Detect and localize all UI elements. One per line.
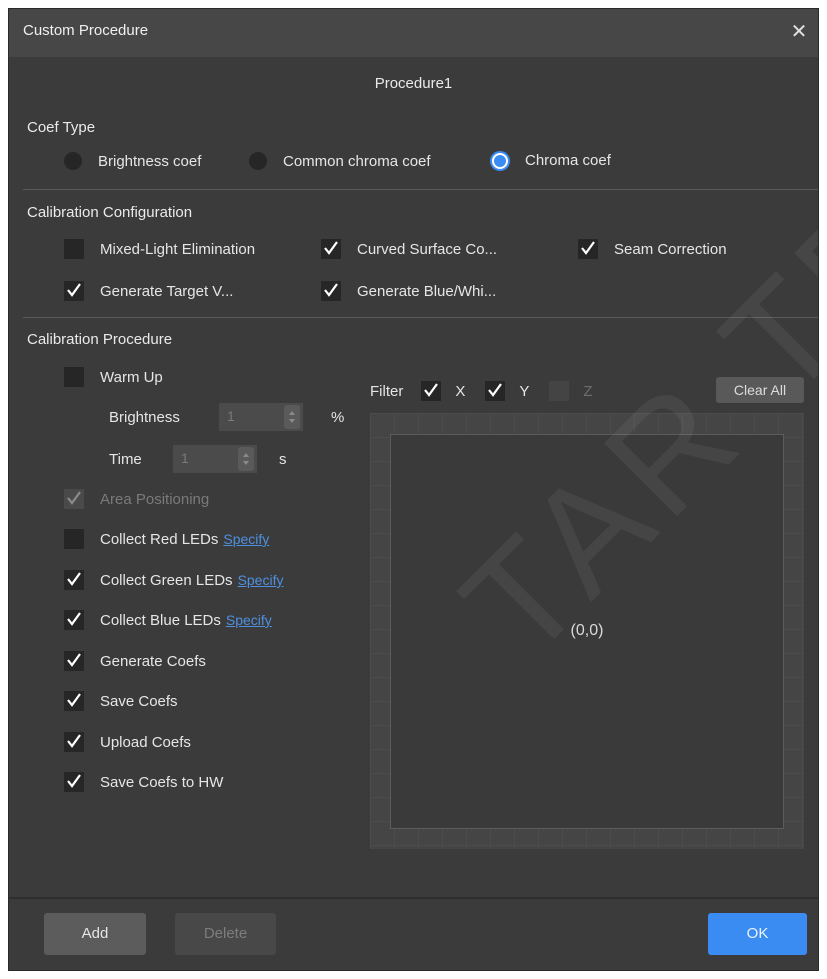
checkbox[interactable]: [64, 610, 84, 630]
arrow-down-icon[interactable]: [243, 461, 249, 465]
checkbox[interactable]: [64, 691, 84, 711]
option-generate-target-value[interactable]: Generate Target V...: [64, 281, 233, 301]
time-row: Time 1 s: [109, 445, 287, 473]
filter-z-label: Z: [583, 382, 593, 400]
time-unit: s: [279, 450, 287, 468]
origin-label: (0,0): [570, 622, 604, 639]
specify-link-green[interactable]: Specify: [238, 572, 284, 588]
filter-row: Filter X Y Z: [370, 381, 593, 401]
radio-label: Brightness coef: [98, 152, 202, 170]
brightness-row: Brightness 1 %: [109, 403, 344, 431]
option-label: Collect Green LEDs: [100, 571, 233, 589]
spin-arrows[interactable]: [284, 405, 300, 429]
checkbox[interactable]: [64, 239, 84, 259]
time-value: 1: [181, 450, 189, 466]
arrow-down-icon[interactable]: [289, 419, 295, 423]
time-label: Time: [109, 450, 142, 468]
brightness-spinbox[interactable]: 1: [219, 403, 303, 431]
brightness-value: 1: [227, 408, 235, 424]
checkbox[interactable]: [321, 281, 341, 301]
divider: [23, 317, 818, 318]
option-label: Curved Surface Co...: [357, 240, 498, 258]
radio-chroma-coef[interactable]: Chroma coef: [491, 152, 611, 169]
checkbox[interactable]: [64, 529, 84, 549]
time-spinbox[interactable]: 1: [173, 445, 257, 473]
radio-label: Common chroma coef: [283, 152, 431, 170]
option-label: Save Coefs to HW: [100, 773, 224, 791]
brightness-label: Brightness: [109, 408, 180, 426]
footer-divider: [9, 897, 818, 899]
option-curved-surface-correction[interactable]: Curved Surface Co...: [321, 239, 497, 259]
preview-area[interactable]: (0,0): [390, 434, 784, 829]
coef-type-title: Coef Type: [27, 119, 96, 136]
arrow-up-icon[interactable]: [243, 453, 249, 457]
brightness-unit: %: [331, 408, 345, 426]
checkbox[interactable]: [64, 732, 84, 752]
option-label: Save Coefs: [100, 692, 178, 710]
option-label: Collect Blue LEDs: [100, 611, 221, 629]
option-area-positioning: Area Positioning: [64, 489, 209, 509]
arrow-up-icon[interactable]: [289, 411, 295, 415]
radio-dot[interactable]: [249, 152, 267, 170]
option-label: Generate Target V...: [100, 282, 234, 300]
radio-brightness-coef[interactable]: Brightness coef: [64, 152, 201, 170]
divider: [23, 189, 818, 190]
option-collect-red-leds[interactable]: Collect Red LEDs Specify: [64, 529, 269, 549]
option-label: Area Positioning: [100, 490, 210, 508]
option-collect-green-leds[interactable]: Collect Green LEDs Specify: [64, 570, 283, 590]
option-mixed-light-elimination[interactable]: Mixed-Light Elimination: [64, 239, 255, 259]
checkbox[interactable]: [578, 239, 598, 259]
option-save-coefs[interactable]: Save Coefs: [64, 691, 178, 711]
ok-button[interactable]: OK: [708, 913, 807, 955]
dialog-title: Custom Procedure: [23, 22, 149, 39]
checkbox[interactable]: [64, 367, 84, 387]
option-generate-coefs[interactable]: Generate Coefs: [64, 651, 206, 671]
delete-button: Delete: [175, 913, 276, 955]
option-label: Warm Up: [100, 368, 163, 386]
option-generate-blue-white[interactable]: Generate Blue/Whi...: [321, 281, 496, 301]
preview-canvas[interactable]: (0,0): [370, 413, 804, 849]
option-label: Generate Coefs: [100, 652, 206, 670]
option-label: Mixed-Light Elimination: [100, 240, 256, 258]
option-warm-up[interactable]: Warm Up: [64, 367, 163, 387]
checkbox[interactable]: [321, 239, 341, 259]
filter-y-checkbox[interactable]: [485, 381, 506, 401]
clear-all-button[interactable]: Clear All: [716, 377, 804, 403]
checkbox[interactable]: [64, 281, 84, 301]
filter-x-checkbox[interactable]: [421, 381, 442, 401]
checkbox[interactable]: [64, 772, 84, 792]
option-label: Generate Blue/Whi...: [357, 282, 497, 300]
radio-common-chroma-coef[interactable]: Common chroma coef: [249, 152, 431, 170]
option-label: Upload Coefs: [100, 733, 191, 751]
checkbox[interactable]: [64, 651, 84, 671]
option-upload-coefs[interactable]: Upload Coefs: [64, 732, 191, 752]
filter-y-label: Y: [519, 382, 530, 400]
filter-x-label: X: [455, 382, 466, 400]
procedure-name: Procedure1: [374, 75, 453, 92]
option-seam-correction[interactable]: Seam Correction: [578, 239, 727, 259]
specify-link-blue[interactable]: Specify: [226, 612, 272, 628]
custom-procedure-dialog: Custom Procedure ✕ Procedure1 Coef Type …: [8, 8, 819, 971]
close-icon[interactable]: ✕: [788, 21, 810, 43]
title-bar: Custom Procedure ✕: [9, 9, 818, 57]
spin-arrows[interactable]: [238, 447, 254, 471]
filter-label: Filter: [370, 382, 404, 400]
calibration-configuration-title: Calibration Configuration: [27, 204, 193, 221]
specify-link-red[interactable]: Specify: [223, 531, 269, 547]
filter-z-checkbox: [549, 381, 570, 401]
radio-dot-selected[interactable]: [492, 152, 508, 169]
radio-label: Chroma coef: [525, 152, 611, 169]
option-collect-blue-leds[interactable]: Collect Blue LEDs Specify: [64, 610, 272, 630]
radio-dot[interactable]: [64, 152, 82, 170]
option-label: Collect Red LEDs: [100, 530, 219, 548]
checkbox: [64, 489, 84, 509]
checkbox[interactable]: [64, 570, 84, 590]
add-button[interactable]: Add: [44, 913, 146, 955]
option-save-coefs-to-hw[interactable]: Save Coefs to HW: [64, 772, 223, 792]
calibration-procedure-title: Calibration Procedure: [27, 331, 173, 348]
option-label: Seam Correction: [614, 240, 727, 258]
